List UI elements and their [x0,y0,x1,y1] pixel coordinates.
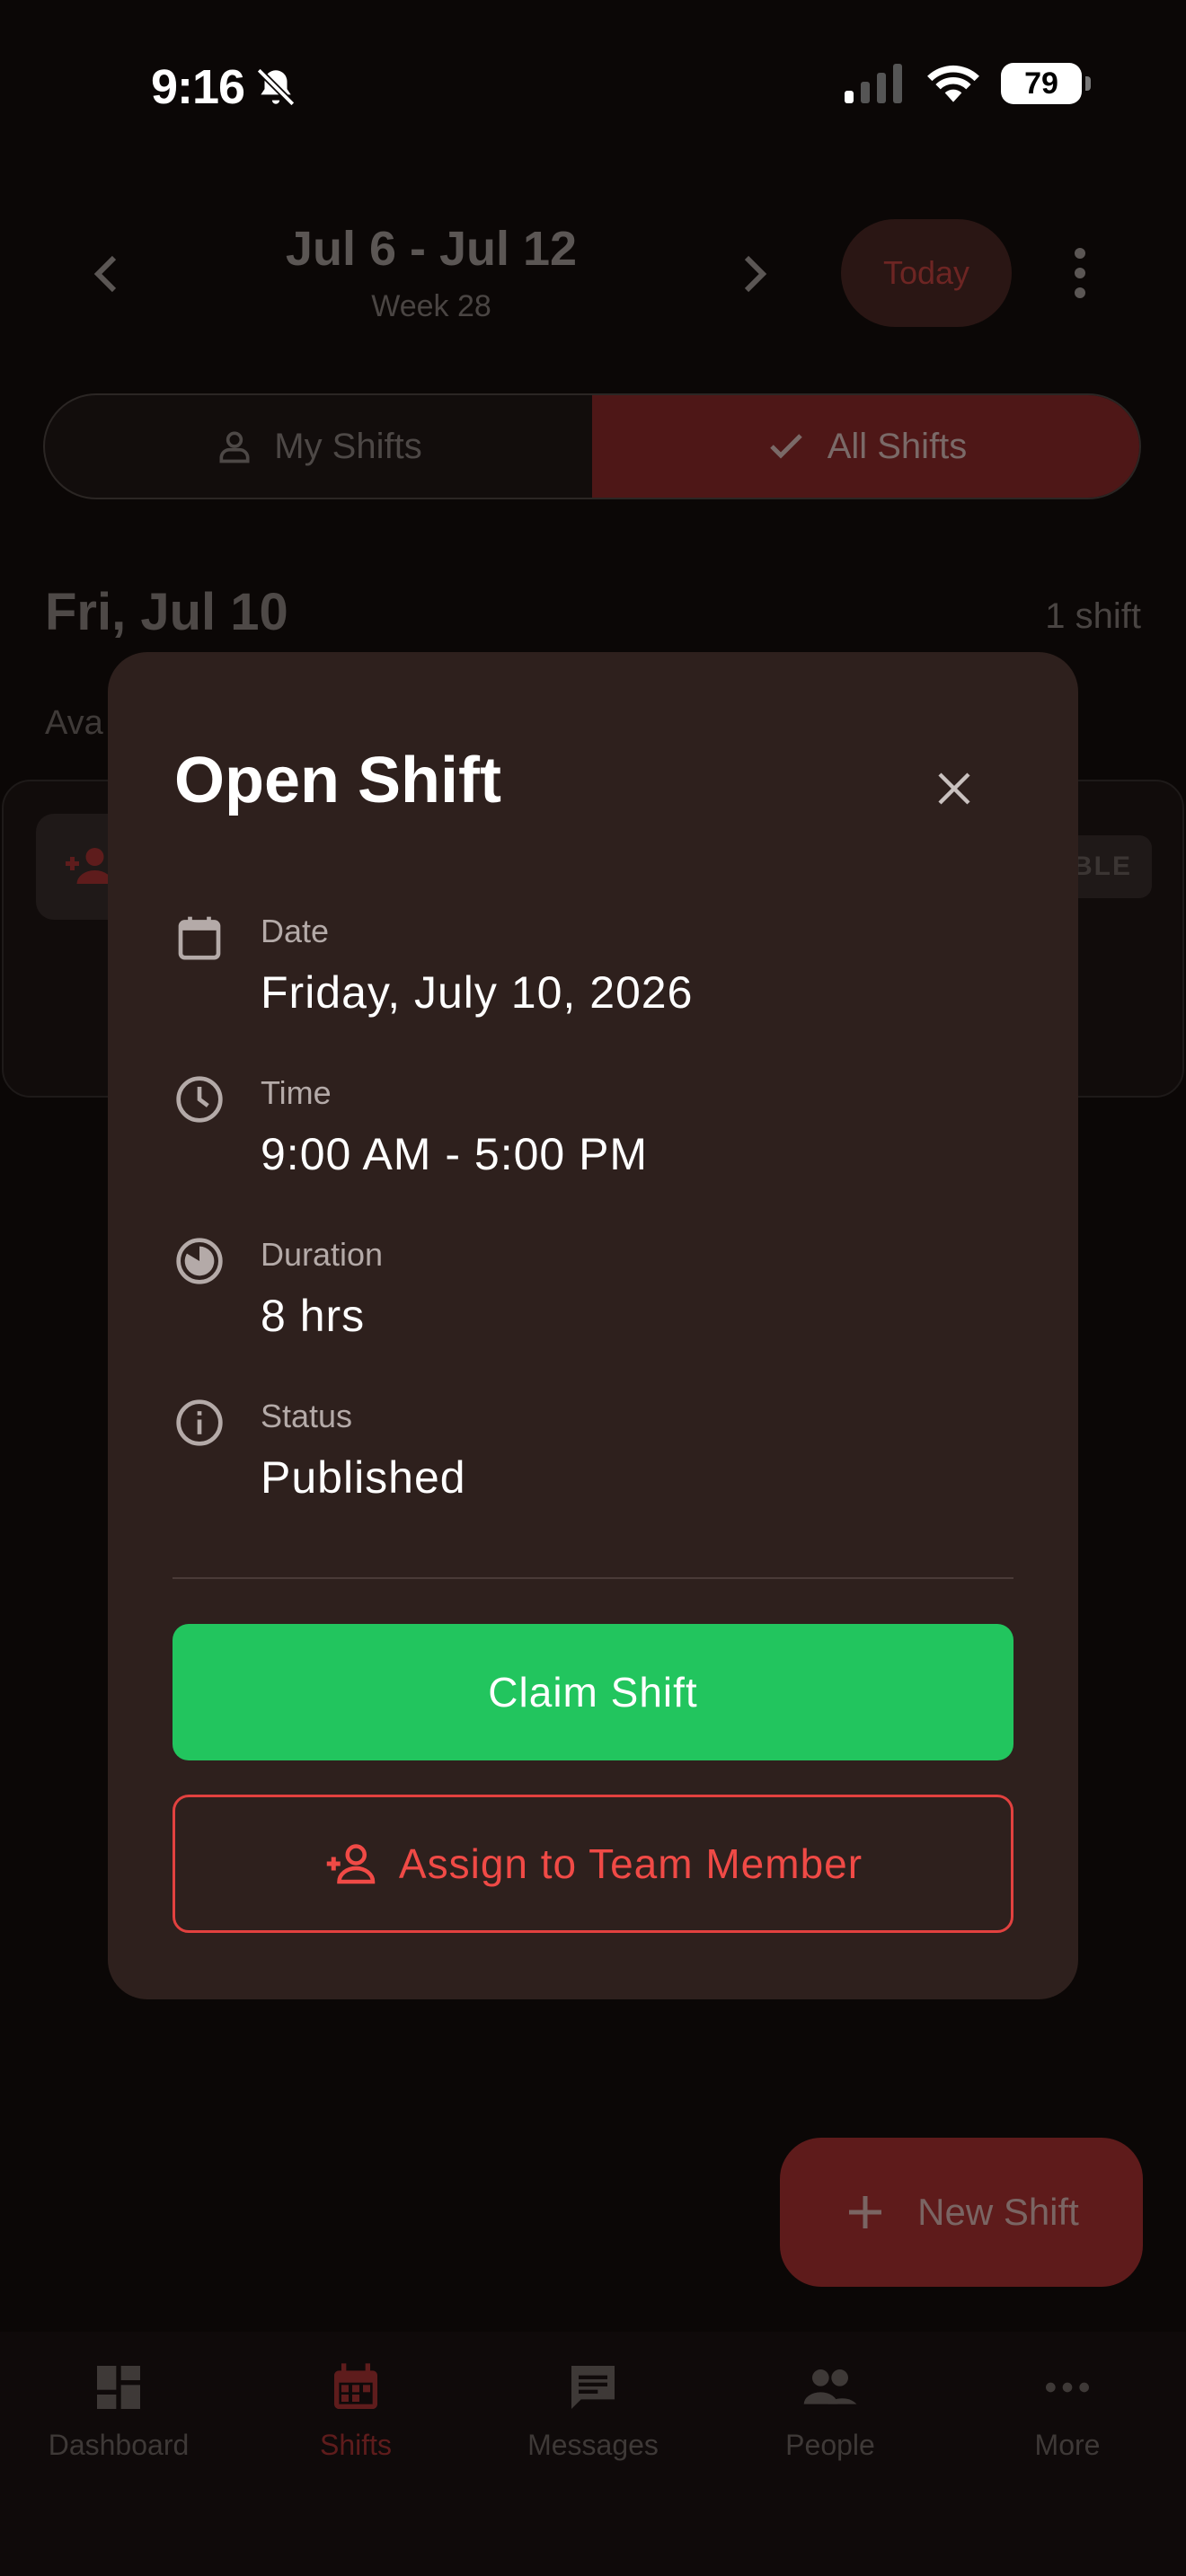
message-icon [571,2366,615,2409]
time-value: 9:00 AM - 5:00 PM [261,1129,649,1179]
next-week-button[interactable] [735,244,774,304]
person-icon [219,431,250,463]
plus-icon [849,2196,882,2228]
battery-indicator: 79 [1001,63,1091,104]
status-label: Status [261,1398,353,1434]
duration-value: 8 hrs [261,1291,366,1341]
new-shift-label: New Shift [917,2191,1079,2233]
tab-people-label: People [785,2429,875,2461]
bottom-tab-bar: Dashboard Shifts Messages People More [0,2332,1186,2576]
previous-week-button[interactable] [86,244,126,304]
shift-count: 1 shift [1045,596,1141,636]
add-person-icon [66,848,113,884]
status-time: 9:16 [151,60,245,114]
status-value: Published [261,1452,466,1503]
date-label: Date [261,913,330,949]
chevron-left-icon [93,255,117,293]
time-label: Time [261,1074,332,1111]
tab-dashboard-label: Dashboard [48,2429,190,2461]
tab-people[interactable]: People [712,2359,949,2462]
tab-shifts[interactable]: Shifts [237,2359,474,2462]
pie-timer-icon [176,1238,223,1284]
clock-icon [176,1076,223,1123]
calendar-icon [178,916,221,960]
add-person-icon [326,1844,376,1884]
all-shifts-label: All Shifts [827,426,968,466]
open-shift-modal: Open Shift Date Friday, July 10, 2026 Ti… [108,652,1078,1999]
claim-shift-button[interactable]: Claim Shift [173,1624,1013,1760]
day-title: Fri, Jul 10 [45,583,288,641]
dashboard-icon [97,2366,140,2409]
tab-messages-label: Messages [527,2429,659,2461]
shift-filter-segment: My Shifts All Shifts [43,393,1141,499]
check-icon [769,434,802,459]
tab-dashboard[interactable]: Dashboard [0,2359,237,2462]
tab-messages[interactable]: Messages [474,2359,712,2462]
new-shift-button[interactable]: New Shift [780,2138,1143,2287]
close-button[interactable] [922,756,987,821]
calendar-icon [334,2363,377,2409]
week-title: Jul 6 - Jul 12 [285,222,578,276]
duration-label: Duration [261,1236,384,1273]
bell-muted-icon [256,67,296,107]
detail-date: Date Friday, July 10, 2026 [174,913,983,1029]
detail-status: Status Published [174,1398,983,1514]
more-icon [1046,2382,1089,2393]
status-indicators: 79 [845,63,1091,104]
week-subtitle: Week 28 [371,289,491,323]
date-value: Friday, July 10, 2026 [261,967,694,1018]
close-icon [938,772,970,805]
people-icon [803,2369,857,2404]
my-shifts-tab[interactable]: My Shifts [45,395,592,498]
tab-more[interactable]: More [949,2359,1186,2462]
tab-shifts-label: Shifts [319,2429,393,2461]
divider [173,1577,1013,1579]
info-icon [176,1399,223,1446]
signal-icon [845,64,902,103]
assign-label: Assign to Team Member [398,1840,863,1887]
modal-title: Open Shift [174,745,501,816]
available-section-label: Ava [45,704,103,742]
chevron-right-icon [744,255,767,293]
detail-duration: Duration 8 hrs [174,1236,983,1353]
wifi-icon [927,65,979,102]
more-options-icon[interactable] [1062,241,1098,305]
today-button[interactable]: Today [841,219,1012,327]
tab-more-label: More [1034,2429,1101,2461]
all-shifts-tab[interactable]: All Shifts [592,395,1139,498]
assign-team-member-button[interactable]: Assign to Team Member [173,1795,1013,1933]
detail-time: Time 9:00 AM - 5:00 PM [174,1074,983,1191]
my-shifts-label: My Shifts [274,426,422,466]
